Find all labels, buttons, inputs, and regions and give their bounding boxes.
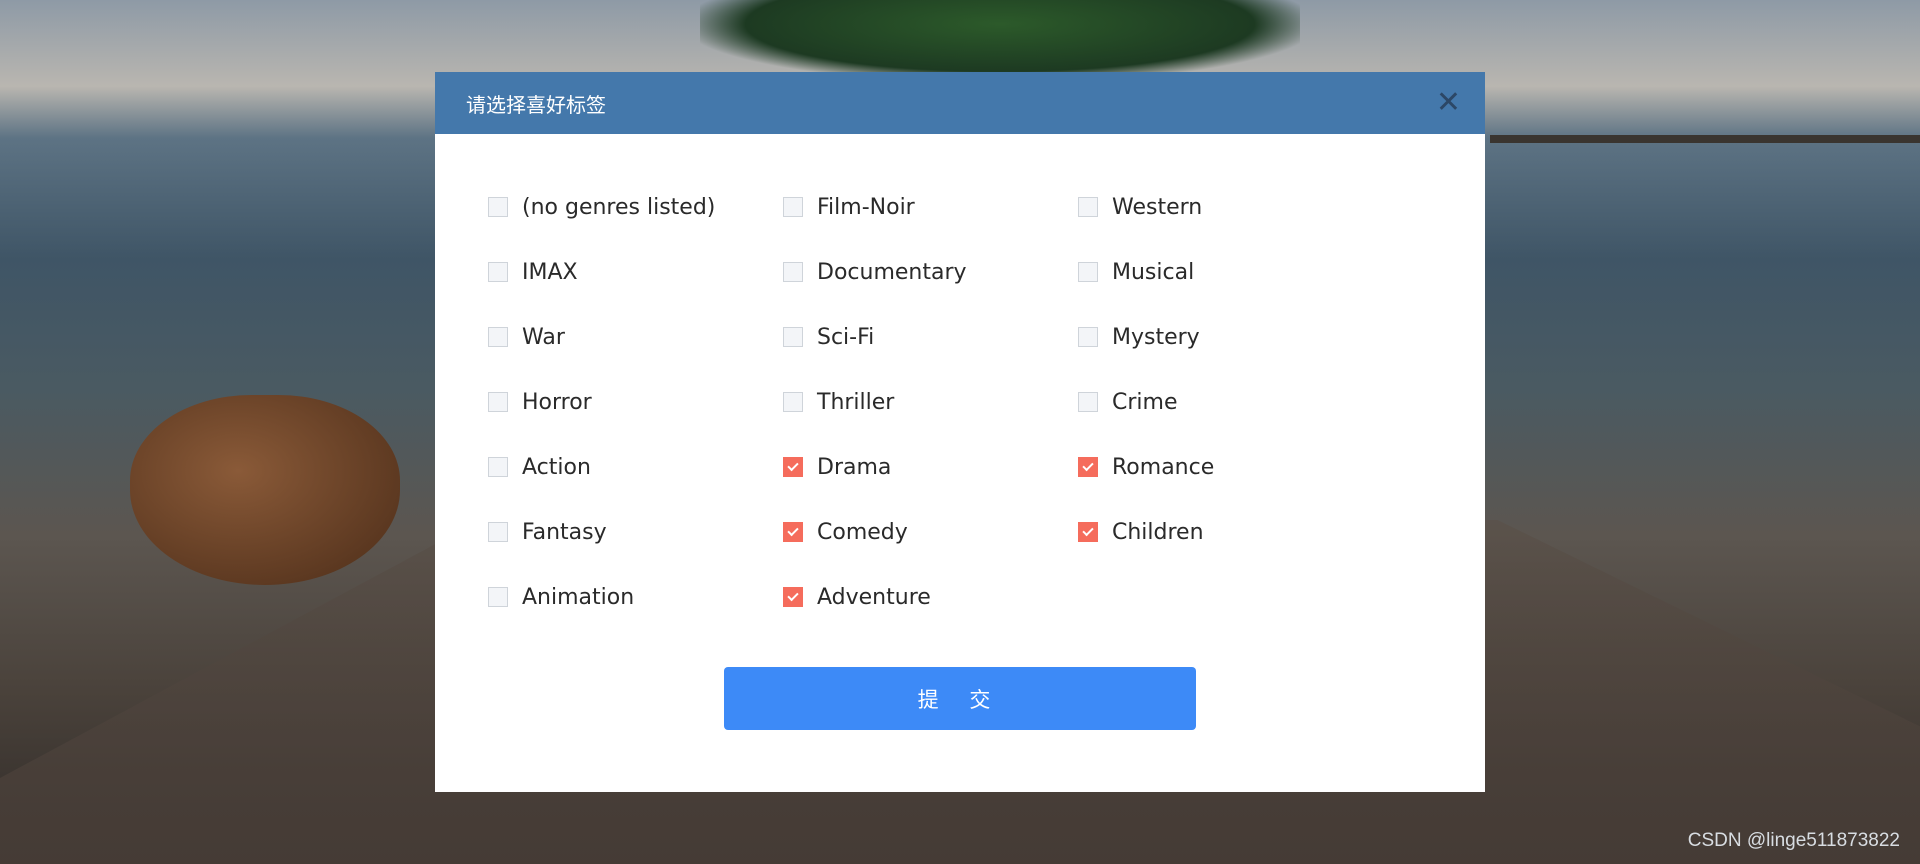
genre-label: Western bbox=[1112, 194, 1203, 220]
genre-label: (no genres listed) bbox=[522, 194, 716, 220]
checkbox[interactable] bbox=[1078, 262, 1098, 282]
genre-checkbox-item[interactable]: Fantasy bbox=[488, 519, 783, 545]
checkbox[interactable] bbox=[1078, 392, 1098, 412]
checkbox[interactable] bbox=[488, 457, 508, 477]
genre-checkbox-item[interactable]: Horror bbox=[488, 389, 783, 415]
genre-label: IMAX bbox=[522, 259, 578, 285]
genre-checkbox-item[interactable]: (no genres listed) bbox=[488, 194, 783, 220]
genre-label: Mystery bbox=[1112, 324, 1200, 350]
checkbox-checked[interactable] bbox=[783, 587, 803, 607]
checkbox[interactable] bbox=[488, 327, 508, 347]
checkbox-checked[interactable] bbox=[783, 522, 803, 542]
genre-checkbox-item[interactable]: Musical bbox=[1078, 259, 1373, 285]
checkbox[interactable] bbox=[488, 262, 508, 282]
genre-checkbox-item[interactable]: IMAX bbox=[488, 259, 783, 285]
genre-checkbox-item[interactable]: Comedy bbox=[783, 519, 1078, 545]
genre-checkbox-item[interactable]: Crime bbox=[1078, 389, 1373, 415]
genre-label: Sci-Fi bbox=[817, 324, 875, 350]
genre-label: Documentary bbox=[817, 259, 967, 285]
genre-label: Fantasy bbox=[522, 519, 607, 545]
dialog-title: 请选择喜好标签 bbox=[466, 92, 606, 117]
submit-button[interactable]: 提 交 bbox=[724, 667, 1196, 730]
genre-checkbox-item[interactable]: War bbox=[488, 324, 783, 350]
genre-checkbox-item[interactable]: Adventure bbox=[783, 584, 1078, 610]
checkbox[interactable] bbox=[783, 327, 803, 347]
genre-checkbox-item[interactable]: Film-Noir bbox=[783, 194, 1078, 220]
checkbox[interactable] bbox=[488, 587, 508, 607]
genre-label: Crime bbox=[1112, 389, 1178, 415]
genre-label: Animation bbox=[522, 584, 635, 610]
checkbox[interactable] bbox=[1078, 327, 1098, 347]
genre-label: War bbox=[522, 324, 565, 350]
genre-checkbox-item[interactable]: Drama bbox=[783, 454, 1078, 480]
genre-checkbox-item[interactable]: Documentary bbox=[783, 259, 1078, 285]
genre-checkbox-item[interactable]: Action bbox=[488, 454, 783, 480]
genre-label: Romance bbox=[1112, 454, 1215, 480]
background-pier bbox=[1490, 135, 1920, 143]
genre-checkbox-grid: (no genres listed) Film-Noir Western IMAX Do… bbox=[488, 195, 1373, 650]
genre-label: Musical bbox=[1112, 259, 1195, 285]
checkbox[interactable] bbox=[488, 392, 508, 412]
close-icon[interactable]: ✕ bbox=[1436, 88, 1461, 118]
genre-preference-dialog: 请选择喜好标签 ✕ (no genres listed) Film-Noir Wes… bbox=[435, 72, 1485, 792]
genre-checkbox-item[interactable]: Romance bbox=[1078, 454, 1373, 480]
genre-checkbox-item[interactable]: Animation bbox=[488, 584, 783, 610]
watermark: CSDN @linge511873822 bbox=[1687, 830, 1900, 851]
dialog-header: 请选择喜好标签 ✕ bbox=[435, 72, 1485, 134]
checkbox[interactable] bbox=[783, 392, 803, 412]
genre-label: Thriller bbox=[817, 389, 895, 415]
genre-checkbox-item[interactable]: Sci-Fi bbox=[783, 324, 1078, 350]
genre-checkbox-item[interactable]: Western bbox=[1078, 194, 1373, 220]
checkbox[interactable] bbox=[1078, 197, 1098, 217]
checkbox-checked[interactable] bbox=[783, 457, 803, 477]
genre-label: Adventure bbox=[817, 584, 931, 610]
genre-checkbox-item[interactable]: Thriller bbox=[783, 389, 1078, 415]
checkbox-checked[interactable] bbox=[1078, 457, 1098, 477]
checkbox-checked[interactable] bbox=[1078, 522, 1098, 542]
checkbox[interactable] bbox=[488, 522, 508, 542]
genre-label: Children bbox=[1112, 519, 1204, 545]
checkbox[interactable] bbox=[488, 197, 508, 217]
background-pot bbox=[130, 395, 400, 585]
genre-label: Film-Noir bbox=[817, 194, 915, 220]
genre-checkbox-item[interactable]: Mystery bbox=[1078, 324, 1373, 350]
genre-label: Horror bbox=[522, 389, 592, 415]
checkbox[interactable] bbox=[783, 262, 803, 282]
genre-label: Action bbox=[522, 454, 591, 480]
checkbox[interactable] bbox=[783, 197, 803, 217]
genre-checkbox-item[interactable]: Children bbox=[1078, 519, 1373, 545]
background-island bbox=[700, 0, 1300, 80]
genre-label: Comedy bbox=[817, 519, 908, 545]
genre-label: Drama bbox=[817, 454, 892, 480]
